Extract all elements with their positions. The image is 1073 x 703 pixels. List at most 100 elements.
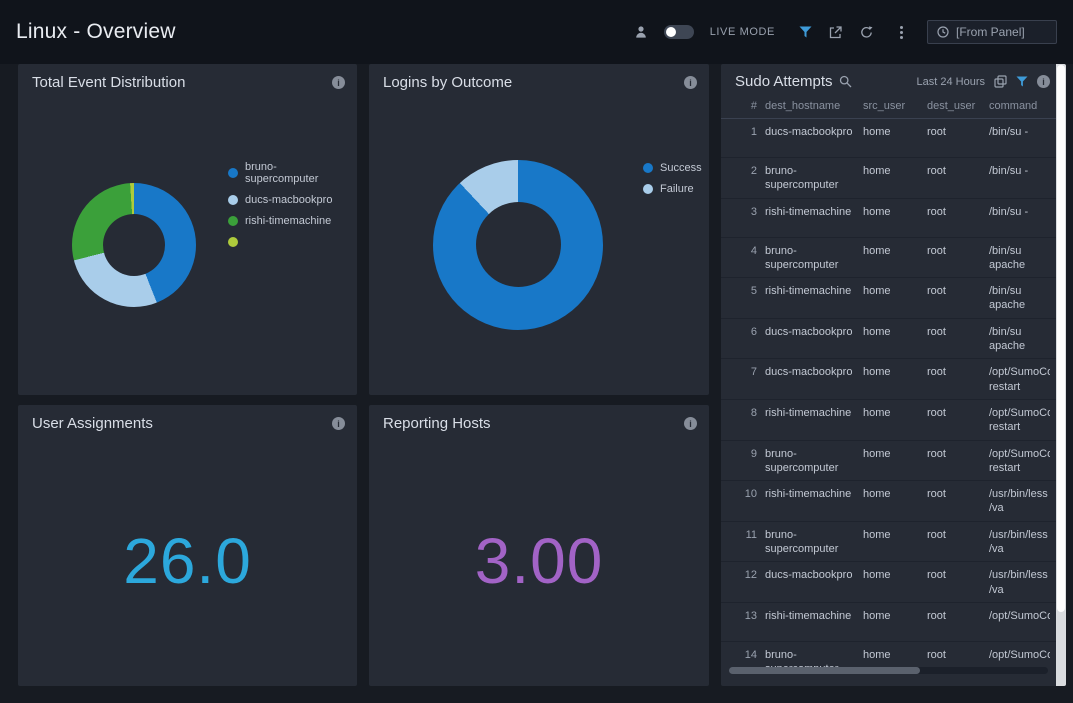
cell-dest-hostname: ducs-macbookpro [765,125,855,139]
table-row[interactable]: 11bruno-supercomputerhomeroot/usr/bin/le… [721,522,1056,563]
legend-color-dot [228,195,238,205]
panel-title: Logins by Outcome [383,74,512,91]
table-row[interactable]: 5rishi-timemachinehomeroot/bin/su apache [721,278,1056,319]
table-row[interactable]: 14bruno-supercomputerhomeroot/opt/SumoCo… [721,642,1056,667]
cell-src-user: home [863,528,919,542]
cell-command: /bin/su - [989,164,1050,178]
legend-label: Success [660,162,702,174]
toggle-knob [666,27,676,37]
search-icon[interactable] [839,75,852,88]
filter-icon[interactable] [799,26,812,38]
cell-dest-hostname: bruno-supercomputer [765,648,855,667]
horizontal-scrollbar-thumb[interactable] [729,667,920,674]
legend-item[interactable]: Success [643,161,702,174]
total-event-distribution-donut-chart[interactable] [72,183,196,307]
cell-src-user: home [863,447,919,461]
copy-panels-icon[interactable] [994,75,1007,88]
cell-dest-hostname: ducs-macbookpro [765,365,855,379]
header: Linux - Overview LIVE MODE [From Panel] [0,0,1073,64]
table-row[interactable]: 9bruno-supercomputerhomeroot/opt/SumoCol… [721,441,1056,482]
logins-by-outcome-donut-chart[interactable] [433,160,603,330]
horizontal-scrollbar[interactable] [729,667,1048,674]
info-icon[interactable] [684,417,697,430]
table-row[interactable]: 1ducs-macbookprohomeroot/bin/su - [721,119,1056,158]
live-mode-label: LIVE MODE [710,26,775,38]
header-controls: LIVE MODE [From Panel] [634,20,1057,44]
info-icon[interactable] [332,76,345,89]
legend-item[interactable]: ducs-macbookpro [228,193,343,206]
column-header-dest_hostname[interactable]: dest_hostname [765,100,855,112]
table-row[interactable]: 13rishi-timemachinehomeroot/opt/SumoColl… [721,603,1056,642]
cell-row-number: 1 [733,125,757,139]
column-header-dest_user[interactable]: dest_user [927,100,981,112]
cell-src-user: home [863,125,919,139]
info-icon[interactable] [1037,75,1050,88]
chart-legend: Success Failure [643,161,702,195]
live-mode-toggle[interactable] [664,25,694,39]
cell-dest-user: root [927,125,981,139]
legend-label: bruno-supercomputer [245,161,343,185]
cell-row-number: 7 [733,365,757,379]
info-icon[interactable] [332,417,345,430]
cell-src-user: home [863,568,919,582]
panel-header: Sudo Attempts Last 24 Hours [721,64,1056,97]
table-row[interactable]: 8rishi-timemachinehomeroot/opt/SumoColle… [721,400,1056,441]
table-header-row: # dest_hostname src_user dest_user command [721,97,1056,119]
cell-dest-user: root [927,365,981,379]
table-row[interactable]: 3rishi-timemachinehomeroot/bin/su - [721,199,1056,238]
panel-body: 3.00 [369,438,709,683]
cell-row-number: 5 [733,284,757,298]
cell-src-user: home [863,325,919,339]
reporting-hosts-value: 3.00 [475,524,604,598]
more-menu-icon[interactable] [896,26,907,39]
legend-item[interactable] [228,235,343,248]
cell-dest-hostname: ducs-macbookpro [765,325,855,339]
refresh-icon[interactable] [859,25,874,40]
cell-row-number: 14 [733,648,757,662]
user-icon[interactable] [634,25,648,39]
column-header-src_user[interactable]: src_user [863,100,919,112]
table-row[interactable]: 6ducs-macbookprohomeroot/bin/su apache [721,319,1056,360]
cell-command: /opt/SumoColle [989,648,1050,662]
table-row[interactable]: 4bruno-supercomputerhomeroot/bin/su apac… [721,238,1056,279]
column-header-command[interactable]: command [989,100,1050,112]
time-range-selector[interactable]: [From Panel] [927,20,1057,44]
cell-src-user: home [863,205,919,219]
legend-item[interactable]: bruno-supercomputer [228,161,343,185]
table-body: 1 ducs-macbookpro home root/bin/su -2bruno-… [721,119,1056,667]
panel-reporting-hosts: Reporting Hosts 3.00 [369,405,709,686]
cell-src-user: home [863,284,919,298]
cell-command: /usr/bin/less /va [989,568,1050,597]
cell-dest-hostname: rishi-timemachine [765,284,855,298]
filter-icon[interactable] [1016,76,1028,87]
table-row[interactable]: 10rishi-timemachinehomeroot/usr/bin/less… [721,481,1056,522]
table-row[interactable]: 12ducs-macbookprohomeroot/usr/bin/less /… [721,562,1056,603]
panel-header-actions: Last 24 Hours [917,75,1050,88]
vertical-scrollbar[interactable] [1056,64,1066,686]
cell-row-number: 12 [733,568,757,582]
cell-command: /opt/SumoColle restart [989,406,1050,435]
legend-color-dot [643,163,653,173]
panel-body: bruno-supercomputer ducs-macbookpro rishi-… [18,97,357,392]
table-row[interactable]: 2bruno-supercomputerhomeroot/bin/su - [721,158,1056,199]
vertical-scrollbar-thumb[interactable] [1057,65,1065,612]
info-icon[interactable] [684,76,697,89]
cell-dest-user: root [927,568,981,582]
cell-command: /opt/SumoColle restart [989,365,1050,394]
legend-item[interactable]: Failure [643,182,702,195]
legend-item[interactable]: rishi-timemachine [228,214,343,227]
cell-dest-hostname: rishi-timemachine [765,609,855,623]
cell-row-number: 11 [733,528,757,542]
share-icon[interactable] [828,25,843,40]
panel-title: User Assignments [32,415,153,432]
legend-label: rishi-timemachine [245,215,331,227]
cell-command: /usr/bin/less /va [989,528,1050,557]
time-range-value: [From Panel] [956,25,1025,39]
column-header-num[interactable]: # [733,100,757,112]
cell-command: /usr/bin/less /va [989,487,1050,516]
panel-title: Reporting Hosts [383,415,491,432]
cell-row-number: 9 [733,447,757,461]
cell-row-number: 8 [733,406,757,420]
table-row[interactable]: 7ducs-macbookprohomeroot/opt/SumoColle r… [721,359,1056,400]
chart-legend: bruno-supercomputer ducs-macbookpro rishi-… [228,161,343,248]
